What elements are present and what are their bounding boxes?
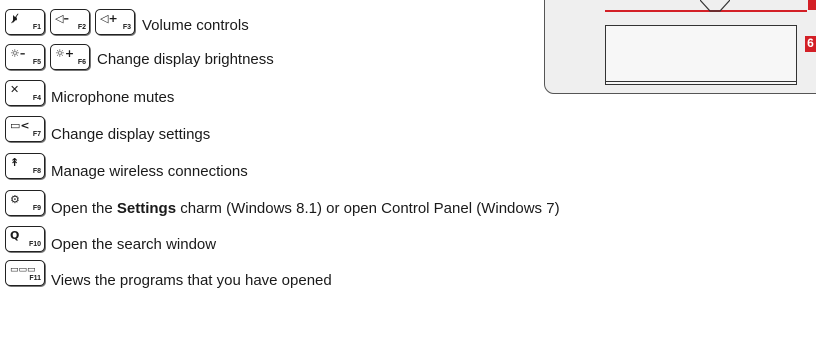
volume-down-icon: ◁–	[55, 12, 69, 25]
gear-icon: ⚙	[10, 193, 20, 206]
fn-label: F1	[32, 24, 41, 31]
f3-volume-up-key[interactable]: ◁+ F3	[95, 9, 135, 35]
callout-marker-bottom: 6	[805, 36, 816, 52]
fn-label: F6	[77, 59, 86, 66]
brightness-description: Change display brightness	[97, 51, 274, 68]
touchpad-notch-icon	[700, 0, 730, 12]
fn-label: F3	[122, 24, 131, 31]
touchpad-buttons-edge	[605, 81, 797, 86]
settings-desc-post: charm (Windows 8.1) or open Control Pane…	[176, 200, 560, 217]
touchpad	[605, 25, 797, 85]
touchpad-illustration	[544, 0, 816, 94]
f6-brightness-up-key[interactable]: ☼+ F6	[50, 44, 90, 70]
f1-mute-key[interactable]: 🕨̸ F1	[5, 9, 45, 35]
f9-settings-key[interactable]: ⚙ F9	[5, 190, 45, 216]
f7-display-key[interactable]: ▭< F7	[5, 116, 45, 142]
settings-desc-pre: Open the	[51, 200, 117, 217]
fn-label: F4	[32, 95, 41, 102]
fn-label: F2	[77, 24, 86, 31]
microphone-mute-icon: ✕	[10, 83, 20, 96]
f4-microphone-mute-key[interactable]: ✕ F4	[5, 80, 45, 106]
display-switch-icon: ▭<	[10, 119, 30, 132]
settings-desc-bold: Settings	[116, 200, 177, 217]
volume-up-icon: ◁+	[100, 12, 118, 25]
brightness-up-icon: ☼+	[55, 47, 75, 60]
wireless-description: Manage wireless connections	[51, 163, 248, 180]
fn-label: F5	[32, 59, 41, 66]
speaker-mute-icon: 🕨̸	[10, 12, 17, 25]
f8-wireless-key[interactable]: ↟ F8	[5, 153, 45, 179]
f10-search-key[interactable]: Q F10	[5, 226, 45, 252]
fn-label: F9	[32, 205, 41, 212]
microphone-description: Microphone mutes	[51, 89, 175, 106]
programs-description: Views the programs that you have opened	[51, 272, 332, 289]
f5-brightness-down-key[interactable]: ☼– F5	[5, 44, 45, 70]
settings-description: Open the Settings charm (Windows 8.1) or…	[51, 200, 560, 218]
fn-label: F8	[32, 168, 41, 175]
search-description: Open the search window	[51, 236, 217, 253]
callout-marker-top	[808, 0, 816, 10]
f11-task-view-key[interactable]: ▭▭▭ F11	[5, 260, 45, 286]
f2-volume-down-key[interactable]: ◁– F2	[50, 9, 90, 35]
fn-label: F7	[32, 131, 41, 138]
wireless-icon: ↟	[10, 156, 20, 169]
fn-label: F11	[29, 275, 41, 282]
volume-description: Volume controls	[142, 17, 249, 34]
display-description: Change display settings	[51, 126, 211, 143]
search-icon: Q	[10, 229, 20, 242]
fn-label: F10	[28, 241, 41, 248]
brightness-down-icon: ☼–	[10, 47, 26, 60]
